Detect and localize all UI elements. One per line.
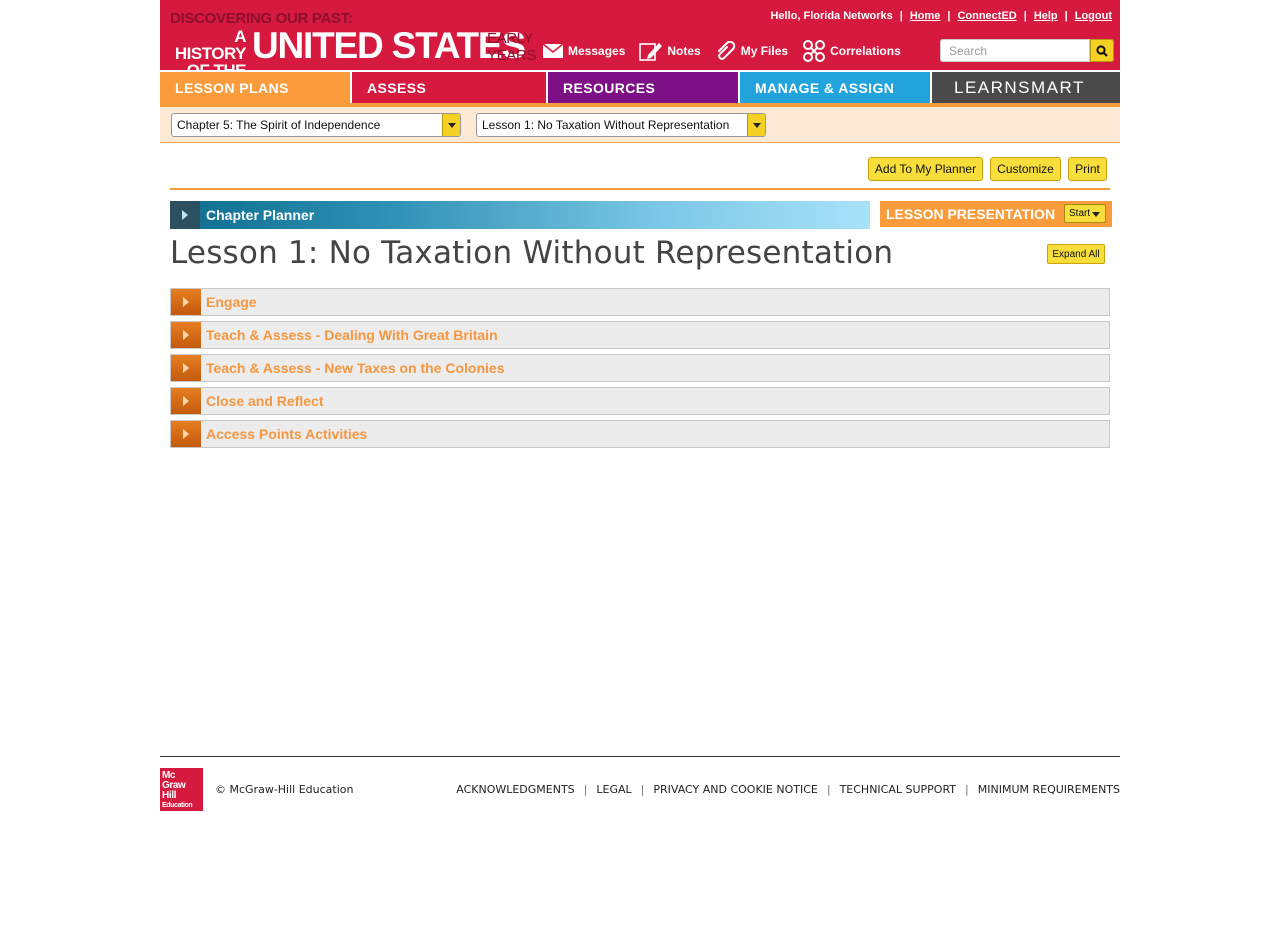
pencil-icon [639, 43, 663, 61]
section-label: Teach & Assess - New Taxes on the Coloni… [206, 360, 505, 376]
tab-assess[interactable]: ASSESS [350, 72, 546, 103]
chevron-down-icon [747, 114, 765, 136]
user-greeting: Hello, Florida Networks [770, 10, 893, 22]
logo-line-3: UNITED STATES [252, 25, 526, 66]
search-button[interactable] [1090, 39, 1114, 62]
paperclip-icon [717, 41, 735, 60]
lesson-presentation-bar: LESSON PRESENTATION Start [880, 201, 1112, 227]
separator: | [583, 783, 588, 796]
help-link[interactable]: Help [1034, 10, 1058, 22]
chapter-planner-bar[interactable]: Chapter Planner [170, 201, 870, 229]
separator: | [640, 783, 645, 796]
logo-text: Education [162, 802, 193, 809]
header-tools: Messages Notes My Files Correlations [542, 40, 915, 62]
lesson-select[interactable]: Lesson 1: No Taxation Without Representa… [476, 113, 766, 137]
section-label: Engage [206, 294, 257, 310]
start-label: Start [1069, 208, 1091, 219]
customize-button[interactable]: Customize [990, 157, 1061, 181]
messages-label: Messages [568, 44, 626, 58]
play-arrow-icon [171, 355, 201, 381]
logo-line-4: EARLY YEARS [487, 30, 536, 64]
section-dealing-with-great-britain[interactable]: Teach & Assess - Dealing With Great Brit… [170, 321, 1110, 349]
legal-link[interactable]: LEGAL [596, 783, 631, 796]
search-icon [1096, 44, 1108, 57]
copyright: © McGraw-Hill Education [215, 783, 354, 796]
separator: | [826, 783, 831, 796]
separator: | [1064, 10, 1068, 22]
section-label: Teach & Assess - Dealing With Great Brit… [206, 327, 498, 343]
my-files-label: My Files [740, 44, 789, 58]
section-access-points[interactable]: Access Points Activities [170, 420, 1110, 448]
acknowledgments-link[interactable]: ACKNOWLEDGMENTS [456, 783, 574, 796]
notes-label: Notes [667, 44, 701, 58]
chapter-select[interactable]: Chapter 5: The Spirit of Independence [171, 113, 461, 137]
tab-manage-assign[interactable]: MANAGE & ASSIGN [738, 72, 930, 103]
product-logo[interactable]: DISCOVERING OUR PAST: A HISTORY OF THE U… [170, 8, 536, 79]
correlations-label: Correlations [830, 44, 901, 58]
lesson-select-value: Lesson 1: No Taxation Without Representa… [482, 118, 730, 132]
print-button[interactable]: Print [1068, 157, 1107, 181]
footer-divider [160, 756, 1120, 757]
minimum-requirements-link[interactable]: MINIMUM REQUIREMENTS [978, 783, 1120, 796]
chapter-select-value: Chapter 5: The Spirit of Independence [177, 118, 381, 132]
envelope-icon [542, 43, 564, 58]
user-bar: Hello, Florida Networks | Home | Connect… [770, 10, 1112, 22]
correlations-button[interactable]: Correlations [802, 40, 901, 62]
selector-bar: Chapter 5: The Spirit of Independence Le… [160, 107, 1120, 143]
chevron-down-icon [442, 114, 460, 136]
messages-button[interactable]: Messages [542, 43, 625, 59]
technical-support-link[interactable]: TECHNICAL SUPPORT [840, 783, 956, 796]
privacy-link[interactable]: PRIVACY AND COOKIE NOTICE [653, 783, 817, 796]
page-title: Lesson 1: No Taxation Without Representa… [170, 235, 894, 271]
chapter-planner-label: Chapter Planner [206, 207, 315, 223]
play-arrow-icon [171, 388, 201, 414]
play-arrow-icon [171, 322, 201, 348]
search-input[interactable] [940, 39, 1090, 62]
expand-all-button[interactable]: Expand All [1047, 244, 1105, 264]
section-new-taxes[interactable]: Teach & Assess - New Taxes on the Coloni… [170, 354, 1110, 382]
separator: | [965, 783, 969, 796]
chevron-down-icon [1092, 212, 1100, 217]
notes-button[interactable]: Notes [639, 40, 701, 62]
separator: | [1023, 10, 1027, 22]
tab-learnsmart[interactable]: LEARNSMART [930, 72, 1120, 103]
home-link[interactable]: Home [910, 10, 941, 22]
main-tabs: LESSON PLANS ASSESS RESOURCES MANAGE & A… [160, 72, 1120, 103]
search-box [940, 39, 1114, 62]
play-arrow-icon [171, 289, 201, 315]
tab-lesson-plans[interactable]: LESSON PLANS [160, 72, 350, 103]
start-dropdown[interactable]: Start [1064, 204, 1106, 223]
tab-resources[interactable]: RESOURCES [546, 72, 738, 103]
logout-link[interactable]: Logout [1075, 10, 1112, 22]
lesson-presentation-label: LESSON PRESENTATION [886, 206, 1056, 222]
play-arrow-icon [171, 421, 201, 447]
separator: | [899, 10, 903, 22]
divider [170, 188, 1110, 190]
my-files-button[interactable]: My Files [715, 41, 788, 61]
add-to-planner-button[interactable]: Add To My Planner [868, 157, 983, 181]
logo-text: Hill [162, 790, 176, 801]
section-close-and-reflect[interactable]: Close and Reflect [170, 387, 1110, 415]
site-header: DISCOVERING OUR PAST: A HISTORY OF THE U… [160, 0, 1120, 79]
connected-link[interactable]: ConnectED [957, 10, 1016, 22]
section-label: Access Points Activities [206, 426, 368, 442]
lesson-sections: Engage Teach & Assess - Dealing With Gre… [170, 288, 1110, 453]
mcgraw-hill-logo[interactable]: Mc Graw Hill Education [160, 768, 203, 811]
section-engage[interactable]: Engage [170, 288, 1110, 316]
separator: | [947, 10, 951, 22]
play-arrow-icon [170, 201, 200, 229]
correlations-icon [803, 40, 826, 62]
section-label: Close and Reflect [206, 393, 324, 409]
footer-links: ACKNOWLEDGMENTS | LEGAL | PRIVACY AND CO… [456, 783, 1120, 796]
